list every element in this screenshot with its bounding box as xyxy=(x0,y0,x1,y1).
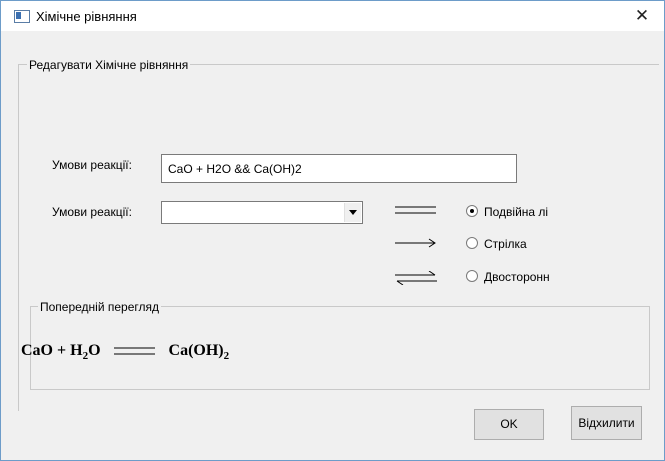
title-bar: Хімічне рівняння ✕ xyxy=(1,1,664,31)
reactant-2: H2O xyxy=(70,342,101,363)
plus-sign: + xyxy=(57,342,67,359)
double-line-radio[interactable] xyxy=(466,205,478,217)
close-button[interactable]: ✕ xyxy=(622,2,662,30)
double-line-label: Подвійна лі xyxy=(484,205,549,219)
equilibrium-arrows-icon xyxy=(395,271,437,285)
product: Ca(OH)2 xyxy=(168,342,230,363)
arrow-radio[interactable] xyxy=(466,237,478,249)
reactant-1: CaO xyxy=(21,342,53,359)
double-line-preview-icon xyxy=(113,347,155,355)
right-arrow-icon xyxy=(395,238,436,248)
app-icon xyxy=(14,10,30,23)
conditions-value: CaO + H2O && Ca(OH)2 xyxy=(168,162,302,176)
two-way-label: Двосторонн xyxy=(484,270,550,284)
chevron-down-icon[interactable] xyxy=(344,203,361,222)
ok-button[interactable]: OK xyxy=(474,409,544,440)
conditions-combo[interactable] xyxy=(161,201,363,224)
conditions-combo-label: Умови реакції: xyxy=(52,205,132,219)
conditions-label: Умови реакції: xyxy=(52,158,132,172)
arrow-label: Стрілка xyxy=(484,237,527,251)
preview-legend: Попередній перегляд xyxy=(38,300,162,314)
equation-preview: CaO + H2O Ca(OH)2 xyxy=(21,342,229,362)
edit-group-legend: Редагувати Хімічне рівняння xyxy=(27,58,191,72)
cancel-button[interactable]: Відхилити xyxy=(571,406,642,440)
two-way-radio[interactable] xyxy=(466,270,478,282)
double-line-icon xyxy=(395,206,436,214)
conditions-text-field[interactable]: CaO + H2O && Ca(OH)2 xyxy=(161,154,517,183)
window-title: Хімічне рівняння xyxy=(36,9,137,24)
